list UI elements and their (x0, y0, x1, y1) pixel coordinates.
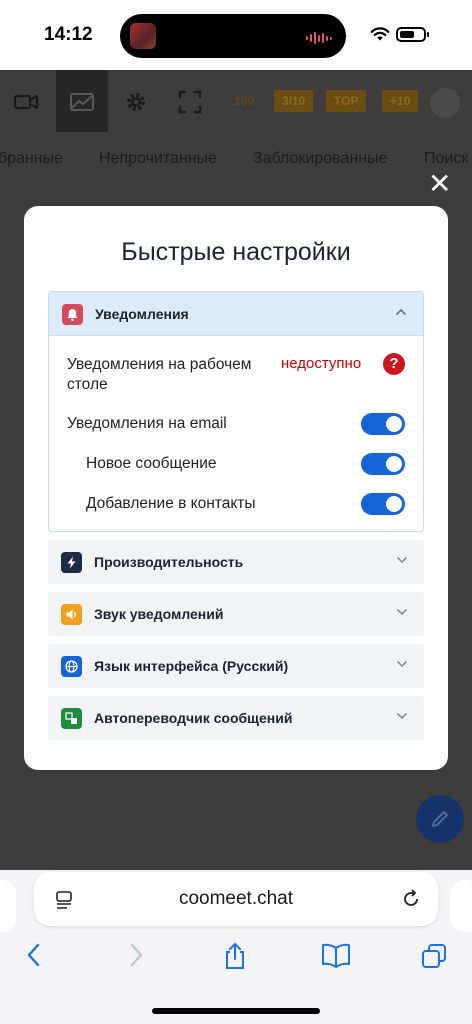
translate-icon (61, 708, 82, 729)
badge-bonus[interactable]: +10 (382, 90, 419, 112)
video-camera-icon[interactable] (12, 88, 40, 116)
chevron-down-icon (396, 608, 408, 616)
url-text: coomeet.chat (178, 888, 294, 909)
new-message-label: Новое сообщение (86, 455, 217, 472)
desktop-notifications-status: недоступно (281, 355, 362, 372)
dynamic-island[interactable] (120, 14, 346, 58)
now-playing-thumbnail (130, 23, 156, 49)
badge-quota[interactable]: 3/10 (274, 90, 314, 112)
chevron-down-icon (396, 712, 408, 720)
notifications-label: Уведомления (95, 306, 189, 322)
email-notifications-label: Уведомления на email (67, 415, 227, 432)
new-message-toggle[interactable] (361, 453, 405, 475)
tab-favorites[interactable]: бранные (0, 150, 63, 168)
chevron-up-icon (395, 308, 407, 316)
modal-title: Быстрые настройки (121, 238, 351, 266)
email-notifications-toggle[interactable] (361, 413, 405, 435)
previous-tab-preview[interactable] (0, 880, 16, 932)
avatar[interactable] (430, 88, 460, 118)
chevron-down-icon (396, 660, 408, 668)
interface-language-label: Язык интерфейса (Русский) (94, 658, 289, 674)
bookmarks-icon[interactable] (320, 942, 352, 968)
next-tab-preview[interactable] (450, 880, 472, 932)
status-time: 14:12 (44, 24, 93, 45)
help-icon[interactable]: ? (383, 353, 405, 375)
performance-section[interactable]: Производительность (48, 540, 424, 584)
compose-button[interactable] (416, 795, 464, 843)
desktop-notifications-label-line1: Уведомления на рабочем (67, 356, 252, 373)
notifications-header[interactable]: Уведомления (49, 292, 423, 336)
battery-icon (396, 27, 429, 42)
notifications-section: Уведомления Уведомления на рабочем столе… (48, 291, 424, 532)
quick-settings-modal: Быстрые настройки Уведомления Уведомлени… (24, 206, 448, 770)
tab-unread[interactable]: Непрочитанные (99, 150, 217, 168)
pencil-icon (432, 811, 448, 827)
address-bar[interactable]: coomeet.chat (34, 872, 438, 926)
bell-icon (62, 304, 83, 325)
messages-icon[interactable] (68, 88, 96, 116)
home-indicator (152, 1008, 320, 1014)
auto-translator-label: Автопереводчик сообщений (94, 710, 293, 726)
desktop-notifications-label-line2: столе (67, 376, 108, 393)
fullscreen-icon[interactable] (176, 88, 204, 116)
auto-translator-section[interactable]: Автопереводчик сообщений (48, 696, 424, 740)
browser-bar: coomeet.chat (0, 870, 472, 1024)
reload-icon[interactable] (400, 888, 422, 910)
audio-wave-icon (306, 32, 332, 44)
share-icon[interactable] (222, 942, 248, 970)
badge-top[interactable]: TOP (326, 90, 367, 112)
notification-sound-label: Звук уведомлений (94, 606, 224, 622)
add-contacts-label: Добавление в контакты (86, 495, 256, 512)
contact-tabs: бранные Непрочитанные Заблокированные По… (0, 150, 472, 174)
status-bar: 14:12 (0, 0, 472, 70)
forward-icon[interactable] (126, 942, 146, 968)
notification-sound-section[interactable]: Звук уведомлений (48, 592, 424, 636)
wifi-icon (370, 27, 390, 41)
tab-search[interactable]: Поиск (424, 150, 468, 168)
top-toolbar: 100 3/10 TOP +10 (0, 70, 472, 134)
tabs-icon[interactable] (420, 942, 448, 970)
lightning-icon (61, 552, 82, 573)
tab-blocked[interactable]: Заблокированные (253, 150, 387, 168)
add-contacts-toggle[interactable] (361, 493, 405, 515)
back-icon[interactable] (24, 942, 44, 968)
speaker-icon (61, 604, 82, 625)
interface-language-section[interactable]: Язык интерфейса (Русский) (48, 644, 424, 688)
coin-counter: 100 (234, 94, 255, 108)
globe-icon (61, 656, 82, 677)
gear-icon[interactable] (122, 88, 150, 116)
close-icon[interactable]: ✕ (428, 170, 451, 198)
performance-label: Производительность (94, 554, 244, 570)
chevron-down-icon (396, 556, 408, 564)
